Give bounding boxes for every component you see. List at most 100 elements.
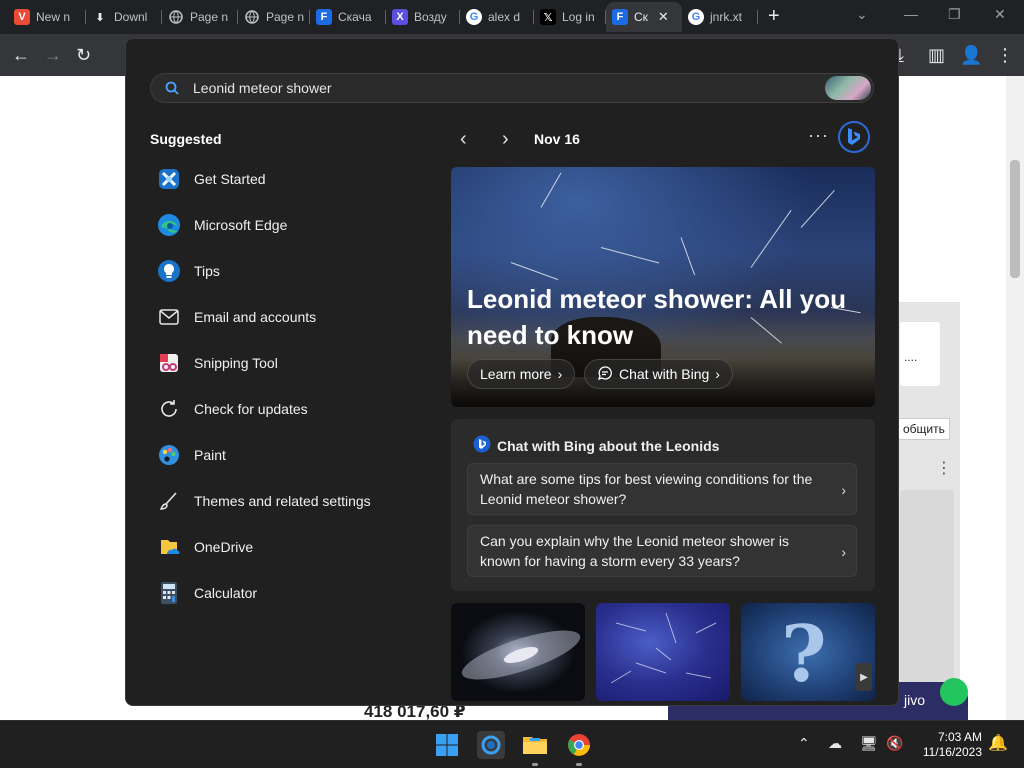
bing-question-1[interactable]: What are some tips for best viewing cond… (467, 463, 857, 515)
suggested-item-snipping[interactable]: Snipping Tool (156, 345, 426, 381)
tab-label: alex d (488, 10, 521, 24)
browser-tab[interactable]: F Скача (310, 2, 386, 32)
meteor-streak (680, 237, 696, 276)
carousel-next-arrow-icon[interactable]: ▶ (856, 663, 872, 691)
chat-with-bing-label: Chat with Bing (619, 366, 710, 382)
meteor-thumbnail[interactable] (596, 603, 730, 701)
running-indicator (532, 763, 538, 766)
tab-label: Скача (338, 10, 372, 24)
vivaldi-icon: V (14, 9, 30, 25)
profile-icon[interactable]: 👤 (960, 44, 982, 66)
suggested-item-edge[interactable]: Microsoft Edge (156, 207, 426, 243)
chat-card-title-text: Chat with Bing about the Leonids (497, 437, 720, 454)
onedrive-tray-icon[interactable]: ☁ (828, 735, 842, 752)
browser-tab-active[interactable]: F Ск ✕ (606, 2, 682, 32)
suggested-item-email[interactable]: Email and accounts (156, 299, 426, 335)
meteor-streak (510, 262, 559, 281)
browser-tab[interactable]: ⬇ Downl (86, 2, 162, 32)
chevron-right-icon: › (841, 544, 846, 560)
hero-title[interactable]: Leonid meteor shower: All you need to kn… (467, 281, 847, 353)
side-panel-icon[interactable]: ▥ (928, 44, 945, 66)
suggested-item-label: Paint (194, 447, 226, 463)
search-input[interactable] (193, 78, 793, 98)
question-text: Can you explain why the Leonid meteor sh… (480, 533, 789, 569)
restore-icon[interactable]: ❐ (948, 6, 961, 23)
more-options-icon[interactable]: ··· (808, 125, 829, 146)
search-icon (165, 81, 179, 95)
chat-card-title: Chat with Bing about the Leonids (473, 435, 719, 456)
suggested-item-themes[interactable]: Themes and related settings (156, 483, 426, 519)
globe-icon (244, 9, 260, 25)
taskbar-search-icon[interactable] (477, 731, 505, 759)
question-mark-thumbnail[interactable]: ? (741, 603, 875, 701)
browser-tab[interactable]: Page n (162, 2, 238, 32)
browser-tab[interactable]: Page n (238, 2, 310, 32)
search-highlight-art[interactable] (825, 76, 871, 100)
windows-start-icon[interactable] (433, 731, 461, 759)
suggested-item-label: Snipping Tool (194, 355, 278, 371)
reload-icon[interactable]: ↻ (76, 44, 91, 66)
tab-label: New n (36, 10, 71, 24)
bing-question-2[interactable]: Can you explain why the Leonid meteor sh… (467, 525, 857, 577)
tab-label: Log in (562, 10, 595, 24)
browser-menu-icon[interactable]: ⋮ (996, 44, 1014, 66)
minimize-icon[interactable]: — (904, 6, 918, 22)
suggested-item-onedrive[interactable]: OneDrive (156, 529, 426, 565)
clock-date: 11/16/2023 (922, 745, 982, 759)
next-day-chevron-icon[interactable]: › (502, 129, 509, 149)
suggested-heading: Suggested (150, 131, 222, 147)
suggested-item-tips[interactable]: Tips (156, 253, 426, 289)
close-window-icon[interactable]: ✕ (994, 6, 1006, 23)
page-scrollbar-thumb[interactable] (1010, 160, 1020, 278)
show-hidden-icons-chevron-icon[interactable]: ⌃ (798, 735, 810, 752)
tab-search-icon[interactable]: ⌄ (856, 6, 868, 23)
file-explorer-icon[interactable] (521, 731, 549, 759)
chrome-icon[interactable] (565, 731, 593, 759)
clock-time: 7:03 AM (937, 730, 982, 744)
paint-palette-icon (156, 442, 182, 468)
page-more-icon[interactable]: ⋮ (936, 458, 952, 478)
suggested-item-label: Check for updates (194, 401, 308, 417)
browser-tab[interactable]: X Возду (386, 2, 460, 32)
browser-tab[interactable]: G jnrk.xt (682, 2, 758, 32)
page-send-button[interactable]: общить (898, 418, 950, 440)
suggested-item-label: Email and accounts (194, 309, 317, 325)
google-icon: G (688, 9, 704, 25)
edge-icon (156, 212, 182, 238)
system-clock[interactable]: 7:03 AM 11/16/2023 (910, 730, 982, 760)
suggested-item-updates[interactable]: Check for updates (156, 391, 426, 427)
back-arrow-icon[interactable]: ← (12, 44, 30, 66)
hero-card[interactable]: Leonid meteor shower: All you need to kn… (451, 167, 875, 407)
tab-label: Возду (414, 10, 447, 24)
jivo-status-dot (940, 678, 968, 706)
close-tab-icon[interactable]: ✕ (658, 9, 669, 25)
browser-tab[interactable]: G alex d (460, 2, 534, 32)
running-indicator (576, 763, 582, 766)
page-card (900, 490, 954, 690)
browser-tab[interactable]: V New n (8, 2, 86, 32)
learn-more-button[interactable]: Learn more › (467, 359, 576, 389)
previous-day-chevron-icon[interactable]: ‹ (460, 129, 467, 149)
chat-with-bing-button[interactable]: Chat with Bing › (584, 359, 733, 389)
bing-icon[interactable] (838, 121, 870, 153)
suggested-item-get-started[interactable]: Get Started (156, 161, 426, 197)
notification-bell-icon[interactable]: 🔔 (988, 733, 1008, 753)
suggested-item-paint[interactable]: Paint (156, 437, 426, 473)
update-refresh-icon (156, 396, 182, 422)
tab-label: Downl (114, 10, 148, 24)
search-box[interactable] (150, 73, 874, 103)
browser-tab[interactable]: 𝕏 Log in (534, 2, 606, 32)
chevron-right-icon: › (557, 366, 563, 382)
new-tab-button[interactable]: + (768, 6, 780, 26)
forward-arrow-icon[interactable]: → (44, 44, 62, 66)
suggested-item-label: Get Started (194, 171, 266, 187)
volume-muted-icon[interactable]: 🔇 (886, 735, 903, 752)
suggested-item-calculator[interactable]: Calculator (156, 575, 426, 611)
suggested-item-label: Microsoft Edge (194, 217, 288, 233)
galaxy-thumbnail[interactable] (451, 603, 585, 701)
snipping-tool-icon (156, 350, 182, 376)
meteor-streak (800, 190, 835, 228)
suggested-item-label: Themes and related settings (194, 493, 371, 509)
network-icon[interactable]: 🖥 (860, 735, 878, 752)
f-logo-icon: F (612, 9, 628, 25)
